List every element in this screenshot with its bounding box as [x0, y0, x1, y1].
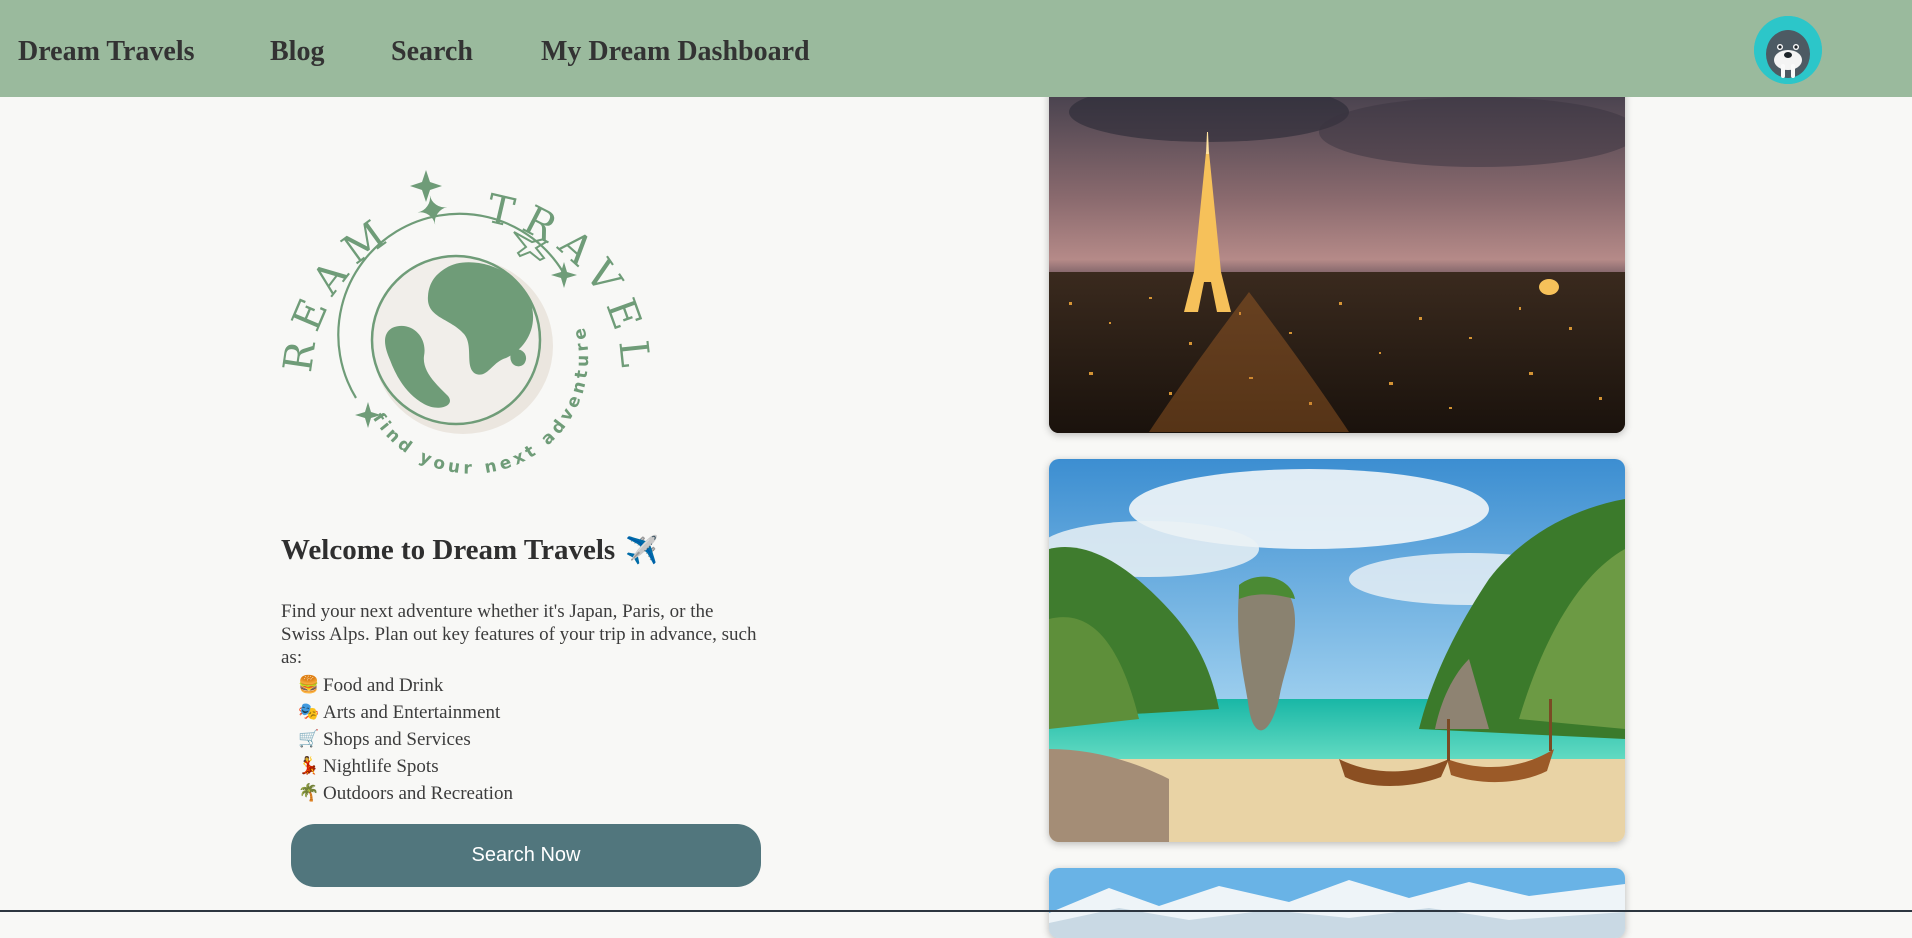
feature-list: 🍔 Food and Drink 🎭 Arts and Entertainmen…	[298, 672, 513, 807]
welcome-heading: Welcome to Dream Travels ✈️	[281, 533, 659, 568]
feature-label: Nightlife Spots	[323, 756, 439, 777]
list-item: 🛒 Shops and Services	[298, 726, 513, 753]
feature-label: Food and Drink	[323, 675, 444, 696]
palm-tree-icon: 🌴	[298, 783, 320, 803]
airplane-icon: ✈️	[625, 535, 659, 566]
feature-label: Arts and Entertainment	[323, 702, 501, 723]
burger-icon: 🍔	[298, 675, 320, 695]
list-item: 🍔 Food and Drink	[298, 672, 513, 699]
welcome-title: Welcome to Dream Travels	[281, 534, 616, 566]
swiss-alps-photo	[1049, 868, 1625, 938]
thailand-beach-photo	[1049, 459, 1625, 842]
search-now-button[interactable]: Search Now	[291, 824, 761, 887]
user-avatar[interactable]	[1754, 16, 1822, 84]
feature-label: Shops and Services	[323, 729, 471, 750]
theater-masks-icon: 🎭	[298, 702, 320, 722]
nav-link-dashboard[interactable]: My Dream Dashboard	[541, 38, 810, 66]
nav-link-search[interactable]: Search	[391, 38, 473, 66]
intro-text: Find your next adventure whether it's Ja…	[281, 601, 757, 668]
paris-night-photo	[1049, 72, 1625, 433]
feature-label: Outdoors and Recreation	[323, 783, 513, 804]
dream-travels-logo: DREAM ✦ TRAVELS find your next adventure	[278, 150, 658, 480]
nav-brand-link[interactable]: Dream Travels	[18, 38, 195, 66]
list-item: 🌴 Outdoors and Recreation	[298, 780, 513, 807]
top-nav: Dream Travels Blog Search My Dream Dashb…	[0, 0, 1912, 97]
list-item: 💃 Nightlife Spots	[298, 753, 513, 780]
list-item: 🎭 Arts and Entertainment	[298, 699, 513, 726]
dancer-icon: 💃	[298, 756, 320, 776]
walrus-avatar-icon	[1754, 16, 1822, 84]
nav-link-blog[interactable]: Blog	[270, 38, 324, 66]
shopping-cart-icon: 🛒	[298, 729, 320, 749]
